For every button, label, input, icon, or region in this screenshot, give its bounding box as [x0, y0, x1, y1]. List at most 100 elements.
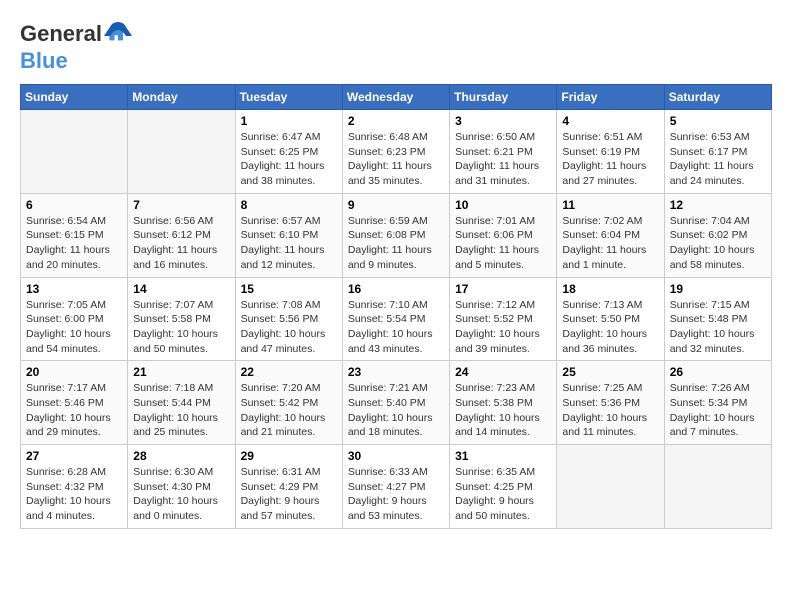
- calendar-cell: 30 Sunrise: 6:33 AMSunset: 4:27 PMDayligh…: [342, 445, 449, 529]
- day-info: Sunrise: 7:13 AMSunset: 5:50 PMDaylight:…: [562, 298, 658, 357]
- calendar-cell: 5 Sunrise: 6:53 AMSunset: 6:17 PMDaylight…: [664, 110, 771, 194]
- calendar-cell: 15 Sunrise: 7:08 AMSunset: 5:56 PMDayligh…: [235, 277, 342, 361]
- calendar-cell: 29 Sunrise: 6:31 AMSunset: 4:29 PMDayligh…: [235, 445, 342, 529]
- logo-general: General: [20, 21, 102, 47]
- calendar-cell: 31 Sunrise: 6:35 AMSunset: 4:25 PMDayligh…: [450, 445, 557, 529]
- calendar-cell: 16 Sunrise: 7:10 AMSunset: 5:54 PMDayligh…: [342, 277, 449, 361]
- day-number: 20: [26, 365, 122, 379]
- day-number: 23: [348, 365, 444, 379]
- day-info: Sunrise: 7:08 AMSunset: 5:56 PMDaylight:…: [241, 298, 337, 357]
- day-number: 17: [455, 282, 551, 296]
- day-number: 22: [241, 365, 337, 379]
- calendar-week-row: 27Sunrise: 6:28 AMSunset: 4:32 PMDayligh…: [21, 445, 772, 529]
- calendar-cell: 18 Sunrise: 7:13 AMSunset: 5:50 PMDayligh…: [557, 277, 664, 361]
- calendar-cell: 26 Sunrise: 7:26 AMSunset: 5:34 PMDayligh…: [664, 361, 771, 445]
- day-info: Sunrise: 6:57 AMSunset: 6:10 PMDaylight:…: [241, 214, 337, 273]
- day-number: 8: [241, 198, 337, 212]
- day-number: 26: [670, 365, 766, 379]
- calendar-cell: 11Sunrise: 7:02 AMSunset: 6:04 PMDayligh…: [557, 193, 664, 277]
- day-info: Sunrise: 7:01 AMSunset: 6:06 PMDaylight:…: [455, 214, 551, 273]
- day-number: 2: [348, 114, 444, 128]
- day-number: 15: [241, 282, 337, 296]
- day-number: 5: [670, 114, 766, 128]
- day-info: Sunrise: 6:54 AMSunset: 6:15 PMDaylight:…: [26, 214, 122, 273]
- calendar-cell: 4 Sunrise: 6:51 AMSunset: 6:19 PMDaylight…: [557, 110, 664, 194]
- calendar-cell: 24 Sunrise: 7:23 AMSunset: 5:38 PMDayligh…: [450, 361, 557, 445]
- day-info: Sunrise: 6:51 AMSunset: 6:19 PMDaylight:…: [562, 130, 658, 189]
- calendar-cell: 25 Sunrise: 7:25 AMSunset: 5:36 PMDayligh…: [557, 361, 664, 445]
- day-info: Sunrise: 7:25 AMSunset: 5:36 PMDaylight:…: [562, 381, 658, 440]
- calendar-cell: 21Sunrise: 7:18 AMSunset: 5:44 PMDayligh…: [128, 361, 235, 445]
- calendar-cell: 2 Sunrise: 6:48 AMSunset: 6:23 PMDaylight…: [342, 110, 449, 194]
- day-number: 7: [133, 198, 229, 212]
- day-number: 30: [348, 449, 444, 463]
- day-header-saturday: Saturday: [664, 85, 771, 110]
- day-number: 11: [562, 198, 658, 212]
- calendar-cell: 17 Sunrise: 7:12 AMSunset: 5:52 PMDayligh…: [450, 277, 557, 361]
- day-info: Sunrise: 7:26 AMSunset: 5:34 PMDaylight:…: [670, 381, 766, 440]
- calendar-cell: 10 Sunrise: 7:01 AMSunset: 6:06 PMDayligh…: [450, 193, 557, 277]
- day-info: Sunrise: 7:23 AMSunset: 5:38 PMDaylight:…: [455, 381, 551, 440]
- logo-blue: Blue: [20, 48, 68, 73]
- day-number: 24: [455, 365, 551, 379]
- day-number: 4: [562, 114, 658, 128]
- calendar-cell: 7 Sunrise: 6:56 AMSunset: 6:12 PMDaylight…: [128, 193, 235, 277]
- page-header: General Blue: [20, 20, 772, 74]
- calendar-cell: 9Sunrise: 6:59 AMSunset: 6:08 PMDaylight…: [342, 193, 449, 277]
- day-number: 10: [455, 198, 551, 212]
- day-number: 16: [348, 282, 444, 296]
- day-info: Sunrise: 7:07 AMSunset: 5:58 PMDaylight:…: [133, 298, 229, 357]
- day-number: 25: [562, 365, 658, 379]
- calendar-week-row: 20 Sunrise: 7:17 AMSunset: 5:46 PMDayligh…: [21, 361, 772, 445]
- calendar-cell: 8 Sunrise: 6:57 AMSunset: 6:10 PMDaylight…: [235, 193, 342, 277]
- calendar-week-row: 13Sunrise: 7:05 AMSunset: 6:00 PMDayligh…: [21, 277, 772, 361]
- day-header-wednesday: Wednesday: [342, 85, 449, 110]
- day-info: Sunrise: 6:53 AMSunset: 6:17 PMDaylight:…: [670, 130, 766, 189]
- calendar-cell: 12Sunrise: 7:04 AMSunset: 6:02 PMDayligh…: [664, 193, 771, 277]
- day-number: 21: [133, 365, 229, 379]
- day-info: Sunrise: 7:20 AMSunset: 5:42 PMDaylight:…: [241, 381, 337, 440]
- day-number: 28: [133, 449, 229, 463]
- calendar-cell: 20 Sunrise: 7:17 AMSunset: 5:46 PMDayligh…: [21, 361, 128, 445]
- calendar-cell: 19Sunrise: 7:15 AMSunset: 5:48 PMDayligh…: [664, 277, 771, 361]
- calendar-cell: 22 Sunrise: 7:20 AMSunset: 5:42 PMDayligh…: [235, 361, 342, 445]
- day-number: 31: [455, 449, 551, 463]
- calendar-cell: [21, 110, 128, 194]
- day-info: Sunrise: 6:47 AMSunset: 6:25 PMDaylight:…: [241, 130, 337, 189]
- calendar-cell: 27Sunrise: 6:28 AMSunset: 4:32 PMDayligh…: [21, 445, 128, 529]
- day-info: Sunrise: 7:12 AMSunset: 5:52 PMDaylight:…: [455, 298, 551, 357]
- day-info: Sunrise: 7:21 AMSunset: 5:40 PMDaylight:…: [348, 381, 444, 440]
- day-number: 29: [241, 449, 337, 463]
- day-header-tuesday: Tuesday: [235, 85, 342, 110]
- day-header-sunday: Sunday: [21, 85, 128, 110]
- calendar-cell: 28Sunrise: 6:30 AMSunset: 4:30 PMDayligh…: [128, 445, 235, 529]
- day-info: Sunrise: 7:17 AMSunset: 5:46 PMDaylight:…: [26, 381, 122, 440]
- day-number: 14: [133, 282, 229, 296]
- calendar-table: SundayMondayTuesdayWednesdayThursdayFrid…: [20, 84, 772, 529]
- day-number: 6: [26, 198, 122, 212]
- calendar-cell: 23 Sunrise: 7:21 AMSunset: 5:40 PMDayligh…: [342, 361, 449, 445]
- day-info: Sunrise: 6:56 AMSunset: 6:12 PMDaylight:…: [133, 214, 229, 273]
- logo: General Blue: [20, 20, 134, 74]
- calendar-cell: 1Sunrise: 6:47 AMSunset: 6:25 PMDaylight…: [235, 110, 342, 194]
- calendar-cell: [557, 445, 664, 529]
- calendar-week-row: 1Sunrise: 6:47 AMSunset: 6:25 PMDaylight…: [21, 110, 772, 194]
- day-info: Sunrise: 7:10 AMSunset: 5:54 PMDaylight:…: [348, 298, 444, 357]
- calendar-header-row: SundayMondayTuesdayWednesdayThursdayFrid…: [21, 85, 772, 110]
- day-info: Sunrise: 6:48 AMSunset: 6:23 PMDaylight:…: [348, 130, 444, 189]
- day-number: 3: [455, 114, 551, 128]
- calendar-cell: [128, 110, 235, 194]
- day-number: 9: [348, 198, 444, 212]
- day-info: Sunrise: 7:05 AMSunset: 6:00 PMDaylight:…: [26, 298, 122, 357]
- day-info: Sunrise: 6:35 AMSunset: 4:25 PMDaylight:…: [455, 465, 551, 524]
- day-header-monday: Monday: [128, 85, 235, 110]
- day-number: 18: [562, 282, 658, 296]
- calendar-cell: [664, 445, 771, 529]
- day-number: 27: [26, 449, 122, 463]
- day-number: 19: [670, 282, 766, 296]
- calendar-cell: 3Sunrise: 6:50 AMSunset: 6:21 PMDaylight…: [450, 110, 557, 194]
- logo-icon: [104, 20, 132, 48]
- day-number: 12: [670, 198, 766, 212]
- day-info: Sunrise: 6:33 AMSunset: 4:27 PMDaylight:…: [348, 465, 444, 524]
- day-info: Sunrise: 6:31 AMSunset: 4:29 PMDaylight:…: [241, 465, 337, 524]
